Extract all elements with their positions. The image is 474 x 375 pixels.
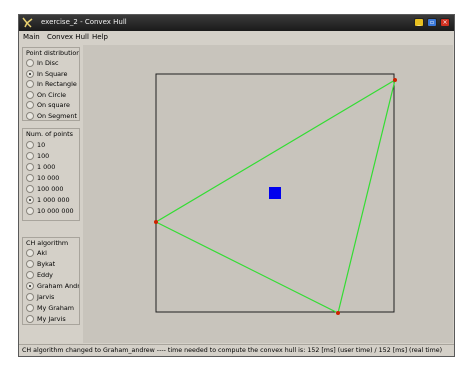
radio-button[interactable]	[26, 174, 34, 182]
radio-label: On Circle	[37, 90, 67, 99]
radio-button[interactable]	[26, 207, 34, 215]
radio-option[interactable]: Bykat	[26, 259, 79, 269]
radio-label: On square	[37, 101, 70, 110]
radio-button[interactable]	[26, 101, 34, 110]
radio-label: 100	[37, 152, 50, 160]
maximize-button[interactable]: ▫	[427, 18, 437, 27]
radio-option[interactable]: My Graham	[26, 303, 79, 313]
radio-label: In Square	[37, 69, 68, 78]
ch-algorithm-group: CH algorithm Akl Bykat Eddy Graham Andrew Ja…	[22, 237, 80, 325]
radio-button[interactable]	[26, 112, 34, 120]
radio-label: My Jarvis	[37, 315, 66, 323]
radio-option[interactable]: Akl	[26, 248, 79, 258]
radio-label: 1 000 000	[37, 196, 70, 204]
radio-button[interactable]	[26, 304, 34, 312]
radio-option[interactable]: 10 000	[26, 173, 79, 183]
radio-button[interactable]	[26, 69, 34, 78]
radio-button[interactable]	[26, 90, 34, 99]
radio-option[interactable]: 10	[26, 140, 79, 150]
radio-button[interactable]	[26, 315, 34, 323]
radio-label: Eddy	[37, 271, 53, 279]
radio-label: Akl	[37, 249, 47, 257]
radio-button[interactable]	[26, 141, 34, 149]
radio-button[interactable]	[26, 260, 34, 268]
radio-label: 10 000 000	[37, 207, 74, 215]
menu-help[interactable]: Help	[92, 33, 108, 41]
radio-button[interactable]	[26, 185, 34, 193]
close-button[interactable]: ×	[440, 18, 450, 27]
radio-button[interactable]	[26, 271, 34, 279]
hull-vertex	[393, 78, 397, 82]
radio-label: My Graham	[37, 304, 75, 312]
hull-vertex	[154, 220, 158, 224]
status-bar: CH algorithm changed to Graham_andrew --…	[19, 344, 454, 356]
title-bar[interactable]: exercise_2 - Convex Hull _ ▫ ×	[19, 15, 454, 31]
radio-label: Graham Andrew	[37, 282, 80, 290]
radio-option[interactable]: Jarvis	[26, 292, 79, 302]
app-window: exercise_2 - Convex Hull _ ▫ × Main Conv…	[18, 14, 455, 357]
num-points-title: Num. of points	[26, 130, 73, 138]
radio-option[interactable]: 1 000 000	[26, 195, 79, 205]
status-message: CH algorithm changed to Graham_andrew --…	[22, 347, 443, 354]
radio-option[interactable]: On Segment	[26, 111, 79, 120]
radio-button[interactable]	[26, 80, 34, 89]
radio-option[interactable]: 100 000	[26, 184, 79, 194]
radio-button[interactable]	[26, 59, 34, 67]
radio-option[interactable]: Graham Andrew	[26, 281, 80, 291]
radio-button[interactable]	[26, 196, 34, 204]
hull-vertex	[336, 311, 340, 315]
radio-option[interactable]: 1 000	[26, 162, 79, 172]
radio-option[interactable]: In Rectangle	[26, 79, 79, 89]
radio-option[interactable]: 100	[26, 151, 79, 161]
radio-label: Bykat	[37, 260, 56, 268]
menu-main[interactable]: Main	[23, 33, 40, 41]
radio-label: 1 000	[37, 163, 56, 171]
radio-label: In Rectangle	[37, 80, 77, 89]
minimize-button[interactable]: _	[414, 18, 424, 27]
radio-option[interactable]: 10 000 000	[26, 206, 79, 216]
center-marker	[269, 187, 281, 199]
radio-option[interactable]: My Jarvis	[26, 314, 79, 324]
app-logo-icon	[22, 17, 33, 28]
radio-label: 10	[37, 141, 46, 149]
menu-convex-hull[interactable]: Convex Hull	[47, 33, 89, 41]
radio-option[interactable]: Eddy	[26, 270, 79, 280]
radio-label: 10 000	[37, 174, 60, 182]
window-title: exercise_2 - Convex Hull	[41, 18, 127, 26]
num-points-group: Num. of points 10 100 1 000 10 000 100 000 1 …	[22, 128, 80, 221]
radio-label: 100 000	[37, 185, 64, 193]
radio-button[interactable]	[26, 163, 34, 171]
radio-button[interactable]	[26, 282, 34, 290]
point-distribution-group: Point distribution In Disc In Square In Re…	[22, 47, 80, 121]
radio-option[interactable]: In Square	[26, 69, 79, 79]
radio-label: In Disc	[37, 59, 59, 67]
radio-button[interactable]	[26, 249, 34, 257]
hull-plot[interactable]	[83, 45, 453, 343]
radio-option[interactable]: On square	[26, 100, 79, 110]
radio-button[interactable]	[26, 293, 34, 301]
radio-label: On Segment	[37, 112, 77, 120]
radio-option[interactable]: On Circle	[26, 90, 79, 100]
ch-algorithm-title: CH algorithm	[26, 239, 69, 247]
radio-option[interactable]: In Disc	[26, 58, 79, 68]
point-distribution-title: Point distribution	[26, 49, 80, 57]
radio-button[interactable]	[26, 152, 34, 160]
menu-bar: Main Convex Hull Help	[19, 31, 454, 43]
drawing-canvas[interactable]	[83, 45, 453, 343]
radio-label: Jarvis	[37, 293, 55, 301]
